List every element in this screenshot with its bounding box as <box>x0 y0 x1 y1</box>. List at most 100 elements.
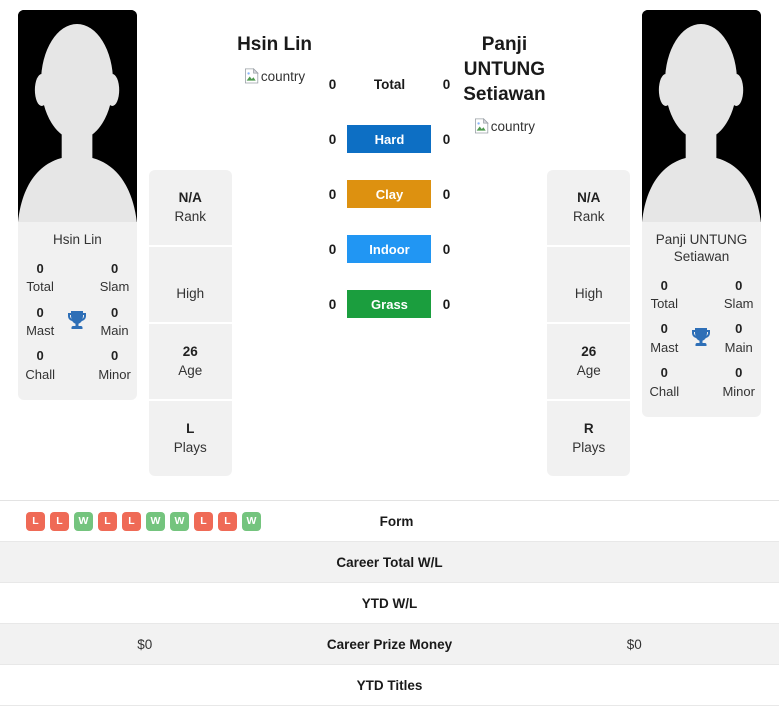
title-stat-slam: 0 Slam <box>98 259 131 297</box>
title-value: 0 <box>735 365 743 381</box>
title-stat-mast: 0 Mast <box>24 303 56 341</box>
surface-left-value: 0 <box>328 131 337 147</box>
surface-left-value: 0 <box>328 241 337 257</box>
right-player-avatar <box>642 10 761 222</box>
form-badge-loss: L <box>50 511 69 531</box>
title-label: Total <box>26 279 54 295</box>
form-badge-win: W <box>170 511 189 531</box>
surface-left-value: 0 <box>328 186 337 202</box>
left-player-flag-alt-text: country <box>260 68 306 84</box>
info-value: L <box>186 421 195 436</box>
title-label: Total <box>650 296 679 312</box>
right-player-card: Panji UNTUNG Setiawan 0 Total 0 Slam 0 M… <box>642 10 761 500</box>
info-value: N/A <box>577 190 601 205</box>
title-value: 0 <box>36 260 44 276</box>
stat-row-ytd-wl: YTD W/L <box>0 583 779 624</box>
stat-row-ytd-titles: YTD Titles <box>0 665 779 706</box>
form-badge-loss: L <box>122 511 141 531</box>
stat-row-label: YTD Titles <box>356 677 423 693</box>
title-stat-slam: 0 Slam <box>722 276 755 314</box>
stat-row-label: Form <box>379 513 414 529</box>
surface-badge-hard[interactable]: Hard <box>347 125 432 153</box>
info-value: 26 <box>182 344 198 359</box>
right-player-heading[interactable]: Panji UNTUNG Setiawan <box>461 32 547 107</box>
form-badge-loss: L <box>194 511 213 531</box>
left-form-badges: LLWLLWWLLW <box>26 511 261 531</box>
form-badge-loss: L <box>26 511 45 531</box>
surface-row-indoor: 0 Indoor 0 <box>317 235 461 263</box>
surface-row-clay: 0 Clay 0 <box>317 180 461 208</box>
info-value: R <box>583 421 594 436</box>
info-panel-rank: N/A Rank <box>148 170 232 245</box>
title-label: Main <box>724 339 753 355</box>
info-label: Rank <box>572 209 605 224</box>
stat-row-career-total-wl: Career Total W/L <box>0 542 779 583</box>
form-badge-loss: L <box>218 511 237 531</box>
surface-badge-indoor[interactable]: Indoor <box>347 235 432 263</box>
surface-row-grass: 0 Grass 0 <box>317 290 461 318</box>
title-value: 0 <box>735 277 743 293</box>
info-panel-rank: N/A Rank <box>547 170 631 245</box>
form-badge-win: W <box>74 511 93 531</box>
title-stat-main: 0 Main <box>98 303 131 341</box>
info-panel-high: High <box>148 247 232 322</box>
stat-row-label: Career Total W/L <box>336 554 443 570</box>
form-badge-win: W <box>242 511 261 531</box>
comparison-stat-rows: LLWLLWWLLW Form Career Total W/L YTD W/L… <box>0 500 779 706</box>
right-player-info-panels: N/A Rank High 26 Age R Plays <box>547 10 631 500</box>
title-stat-minor: 0 Minor <box>98 346 131 384</box>
surface-left-value: 0 <box>328 76 337 92</box>
info-panel-high: High <box>547 247 631 322</box>
title-label: Minor <box>722 383 755 399</box>
broken-image-icon <box>474 118 489 134</box>
left-player-photo-card: Hsin Lin 0 Total 0 Slam 0 Mast 0 Main 0 … <box>18 10 137 400</box>
surface-right-value: 0 <box>442 296 451 312</box>
stat-row-label: YTD W/L <box>361 595 418 611</box>
surface-comparison-column: 0 Total 0 0 Hard 0 0 Clay 0 0 Indoor 0 0… <box>317 10 461 500</box>
surface-right-value: 0 <box>442 131 451 147</box>
title-value: 0 <box>110 304 119 320</box>
left-career-prize-money-value: $0 <box>137 636 153 652</box>
left-player-heading[interactable]: Hsin Lin <box>237 32 312 57</box>
title-value: 0 <box>660 321 668 337</box>
info-label: High <box>574 286 603 301</box>
left-player-name-block: Hsin Lin country <box>232 10 318 500</box>
stat-row-career-prize-money: $0 Career Prize Money $0 <box>0 624 779 665</box>
right-player-name-block: Panji UNTUNG Setiawan country <box>461 10 547 500</box>
broken-image-icon <box>244 68 259 84</box>
title-stat-chall: 0 Chall <box>648 363 680 401</box>
left-player-flag: country <box>244 68 305 84</box>
title-value: 0 <box>36 348 44 364</box>
info-label: Rank <box>174 209 206 224</box>
surface-badge-clay[interactable]: Clay <box>347 180 432 208</box>
left-player-card: Hsin Lin 0 Total 0 Slam 0 Mast 0 Main 0 … <box>18 10 137 500</box>
surface-badge-grass[interactable]: Grass <box>347 290 432 318</box>
title-stat-minor: 0 Minor <box>722 363 755 401</box>
stat-row-label: Career Prize Money <box>326 636 453 652</box>
right-player-flag: country <box>474 118 535 134</box>
left-player-titles-grid: 0 Total 0 Slam 0 Mast 0 Main 0 Chall 0 M… <box>18 257 137 400</box>
right-career-prize-money-value: $0 <box>626 636 642 652</box>
info-label: High <box>176 286 205 301</box>
surface-right-value: 0 <box>442 241 451 257</box>
surface-row-total: 0 Total 0 <box>317 70 461 98</box>
title-value: 0 <box>110 260 119 276</box>
title-stat-chall: 0 Chall <box>24 346 56 384</box>
info-label: Age <box>178 363 203 378</box>
right-player-card-name: Panji UNTUNG Setiawan <box>655 232 748 264</box>
surface-right-value: 0 <box>442 186 451 202</box>
title-value: 0 <box>660 365 668 381</box>
title-label: Chall <box>25 366 55 382</box>
surface-left-value: 0 <box>328 296 337 312</box>
left-form-cell: LLWLLWWLLW <box>0 511 297 531</box>
title-label: Minor <box>98 366 131 382</box>
left-player-card-name: Hsin Lin <box>53 232 102 247</box>
surface-badge-total[interactable]: Total <box>347 70 431 98</box>
surface-right-value: 0 <box>442 76 451 92</box>
title-value: 0 <box>110 348 119 364</box>
info-label: Age <box>576 363 601 378</box>
title-value: 0 <box>660 277 668 293</box>
title-value: 0 <box>36 304 44 320</box>
right-player-flag-alt-text: country <box>490 118 536 134</box>
title-stat-total: 0 Total <box>24 259 56 297</box>
